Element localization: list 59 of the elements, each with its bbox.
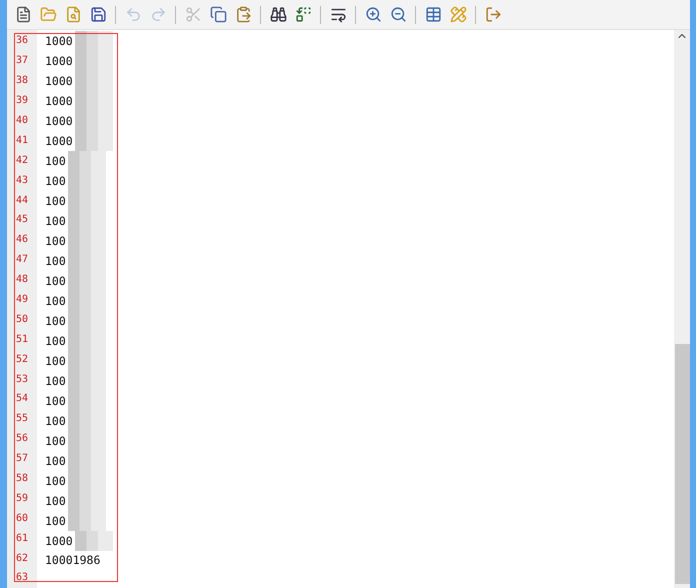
line-number: 41	[15, 134, 30, 148]
line-number: 47	[15, 253, 30, 268]
binoculars-button[interactable]	[268, 4, 288, 24]
line-number: 56	[15, 432, 30, 446]
code-line: 100	[45, 414, 66, 428]
line-number: 55	[15, 412, 30, 426]
line-number: 45	[15, 213, 30, 228]
code-line: 100	[45, 474, 66, 488]
code-line: 10001986	[45, 553, 100, 568]
code-line: 100	[45, 454, 66, 468]
line-number: 43	[15, 174, 30, 188]
code-line: 100	[45, 174, 66, 188]
code-line: 1000	[45, 94, 73, 108]
code-line: 100	[45, 494, 66, 508]
code-line: 100	[45, 434, 66, 448]
line-number: 57	[15, 452, 30, 466]
code-line: 1000	[45, 114, 73, 128]
line-number: 40	[15, 114, 30, 128]
line-number: 58	[15, 472, 30, 486]
copy-button[interactable]	[208, 4, 228, 24]
line-number: 46	[15, 233, 30, 248]
code-line: 100	[45, 314, 66, 328]
code-line: 1000	[45, 134, 73, 148]
code-line: 100	[45, 354, 66, 368]
line-number: 62	[15, 552, 30, 566]
line-number: 49	[15, 293, 30, 308]
code-line: 100	[45, 394, 66, 408]
line-number: 39	[15, 94, 30, 108]
code-line: 100	[45, 374, 66, 388]
line-number: 48	[15, 273, 30, 288]
code-line: 1000	[45, 534, 73, 548]
line-number: 44	[15, 194, 30, 208]
code-line: 100	[45, 514, 66, 528]
line-number: 42	[15, 154, 30, 168]
line-number: 38	[15, 74, 30, 88]
line-number: 53	[15, 372, 30, 387]
line-number: 60	[15, 512, 30, 526]
line-number: 36	[15, 34, 30, 48]
code-line: 100	[45, 214, 66, 228]
code-line: 100	[45, 234, 66, 248]
line-number: 63	[15, 571, 30, 586]
line-number: 52	[15, 352, 30, 367]
code-line: 100	[45, 294, 66, 308]
code-line: 100	[45, 194, 66, 208]
code-line: 100	[45, 154, 66, 168]
line-number: 50	[15, 312, 30, 327]
line-number: 59	[15, 492, 30, 506]
code-line: 100	[45, 274, 66, 288]
code-line: 1000	[45, 74, 73, 88]
line-number: 51	[15, 332, 30, 347]
code-line: 100	[45, 334, 66, 348]
code-line: 1000	[45, 54, 73, 68]
scrollbar[interactable]	[674, 30, 690, 588]
line-number: 37	[15, 54, 30, 68]
line-number: 54	[15, 392, 30, 406]
code-line: 100	[45, 254, 66, 268]
code-line: 1000	[45, 34, 73, 48]
line-number: 61	[15, 532, 30, 546]
scroll-thumb[interactable]	[674, 344, 690, 584]
